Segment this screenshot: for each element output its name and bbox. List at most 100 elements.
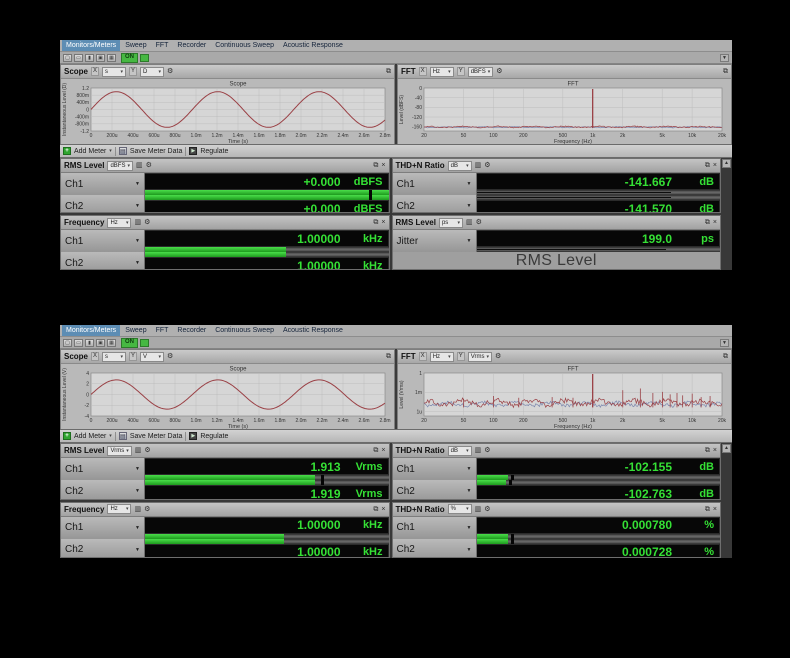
gear-icon[interactable]: ⚙ [496,67,502,76]
scroll-up-icon[interactable]: ▲ [722,444,731,453]
toolbar-icon[interactable]: ▭ [74,339,83,347]
tab-recorder[interactable]: Recorder [173,40,210,51]
gear-icon[interactable]: ⚙ [476,218,482,227]
export-icon[interactable]: ⧉ [373,505,378,514]
scope-y-unit-dropdown[interactable]: D▾ [140,67,164,77]
export-icon[interactable]: ⧉ [705,505,710,514]
tab-sweep[interactable]: Sweep [121,40,150,51]
export-icon[interactable]: ⧉ [705,218,710,227]
gear-icon[interactable]: ⚙ [484,161,490,170]
meter-unit-dropdown[interactable]: Hz▾ [107,218,131,228]
meter-unit-dropdown[interactable]: dB▾ [448,161,472,171]
export-icon[interactable]: ⧉ [386,352,391,361]
close-icon[interactable]: × [381,505,385,514]
scroll-up-icon[interactable]: ▲ [722,159,731,168]
tab-monitors-meters[interactable]: Monitors/Meters [62,40,120,51]
gear-icon[interactable]: ⚙ [144,218,150,227]
toolbar-icon[interactable]: ▢ [63,54,72,62]
chevron-down-icon[interactable]: ▾ [109,148,112,154]
output-on-indicator[interactable] [140,54,149,62]
channel-selector[interactable]: Ch2▼ [61,480,145,500]
toolbar-icon[interactable]: ▣ [96,54,105,62]
export-icon[interactable]: ⧉ [723,352,728,361]
channel-selector[interactable]: Ch1▼ [61,230,145,252]
tab-recorder[interactable]: Recorder [173,325,210,336]
tab-continuous-sweep[interactable]: Continuous Sweep [211,40,278,51]
fft-y-unit-dropdown[interactable]: Vrms▾ [468,352,492,362]
channel-selector[interactable]: Ch1▼ [393,458,477,480]
scope-x-unit-dropdown[interactable]: s▾ [102,67,126,77]
scope-x-unit-dropdown[interactable]: s▾ [102,352,126,362]
toolbar-icon[interactable]: ▦ [107,339,116,347]
display-mode-icon[interactable]: ▥ [475,505,482,514]
gear-icon[interactable]: ⚙ [167,352,173,361]
gear-icon[interactable]: ⚙ [484,505,490,514]
regulate-button[interactable]: Regulate [200,148,228,155]
channel-selector[interactable]: Ch2▼ [61,539,145,559]
channel-selector[interactable]: Ch2▼ [393,480,477,500]
toolbar-icon[interactable]: ▮ [85,54,94,62]
channel-selector[interactable]: Jitter▼ [393,230,477,252]
toolbar-icon[interactable]: ▭ [74,54,83,62]
export-icon[interactable]: ⧉ [373,446,378,455]
tab-sweep[interactable]: Sweep [121,325,150,336]
close-icon[interactable]: × [713,218,717,227]
tab-fft[interactable]: FFT [152,40,173,51]
channel-selector[interactable]: Ch1▼ [61,173,145,195]
meter-unit-dropdown[interactable]: ps▾ [439,218,463,228]
gear-icon[interactable]: ⚙ [484,446,490,455]
gear-icon[interactable]: ⚙ [495,352,501,361]
export-icon[interactable]: ⧉ [705,161,710,170]
tab-acoustic-response[interactable]: Acoustic Response [279,40,347,51]
channel-selector[interactable]: Ch2▼ [61,195,145,213]
close-icon[interactable]: × [713,446,717,455]
gear-icon[interactable]: ⚙ [146,161,152,170]
meter-unit-dropdown[interactable]: Hz▾ [107,504,131,514]
save-meter-data-button[interactable]: Save Meter Data [130,148,183,155]
scope-y-unit-dropdown[interactable]: V▾ [140,352,164,362]
close-icon[interactable]: × [713,161,717,170]
add-meter-button[interactable]: Add Meter [74,433,106,440]
toolbar-icon[interactable]: ▮ [85,339,94,347]
display-mode-icon[interactable]: ▥ [134,505,141,514]
display-mode-icon[interactable]: ▥ [466,218,473,227]
regulate-button[interactable]: Regulate [200,433,228,440]
export-icon[interactable]: ⧉ [705,446,710,455]
toolbar-icon[interactable]: ▦ [107,54,116,62]
channel-selector[interactable]: Ch1▼ [61,517,145,539]
close-icon[interactable]: × [713,505,717,514]
chevron-down-icon[interactable]: ▾ [109,433,112,439]
channel-selector[interactable]: Ch1▼ [393,517,477,539]
tab-continuous-sweep[interactable]: Continuous Sweep [211,325,278,336]
close-icon[interactable]: × [381,446,385,455]
save-meter-data-button[interactable]: Save Meter Data [130,433,183,440]
fft-x-unit-dropdown[interactable]: Hz▾ [430,352,454,362]
add-meter-button[interactable]: Add Meter [74,148,106,155]
tab-monitors-meters[interactable]: Monitors/Meters [62,325,120,336]
export-icon[interactable]: ⧉ [373,218,378,227]
tab-acoustic-response[interactable]: Acoustic Response [279,325,347,336]
channel-selector[interactable]: Ch2▼ [393,539,477,559]
gear-icon[interactable]: ⚙ [167,67,173,76]
panel-pin-icon[interactable]: ▼ [720,54,729,62]
display-mode-icon[interactable]: ▥ [475,161,482,170]
meter-unit-dropdown[interactable]: Vrms▾ [107,446,131,456]
display-mode-icon[interactable]: ▥ [136,161,143,170]
meter-unit-dropdown[interactable]: dB▾ [448,446,472,456]
display-mode-icon[interactable]: ▥ [135,446,142,455]
channel-selector[interactable]: Ch2▼ [61,252,145,270]
toolbar-icon[interactable]: ▣ [96,339,105,347]
output-on-toggle[interactable]: ON [121,338,138,348]
gear-icon[interactable]: ⚙ [144,505,150,514]
channel-selector[interactable]: Ch1▼ [61,458,145,480]
channel-selector[interactable]: Ch1▼ [393,173,477,195]
tab-fft[interactable]: FFT [152,325,173,336]
fft-x-unit-dropdown[interactable]: Hz▾ [430,67,454,77]
display-mode-icon[interactable]: ▥ [134,218,141,227]
export-icon[interactable]: ⧉ [386,67,391,76]
output-on-indicator[interactable] [140,339,149,347]
close-icon[interactable]: × [381,161,385,170]
gear-icon[interactable]: ⚙ [144,446,150,455]
meter-unit-dropdown[interactable]: %▾ [448,504,472,514]
toolbar-icon[interactable]: ▢ [63,339,72,347]
